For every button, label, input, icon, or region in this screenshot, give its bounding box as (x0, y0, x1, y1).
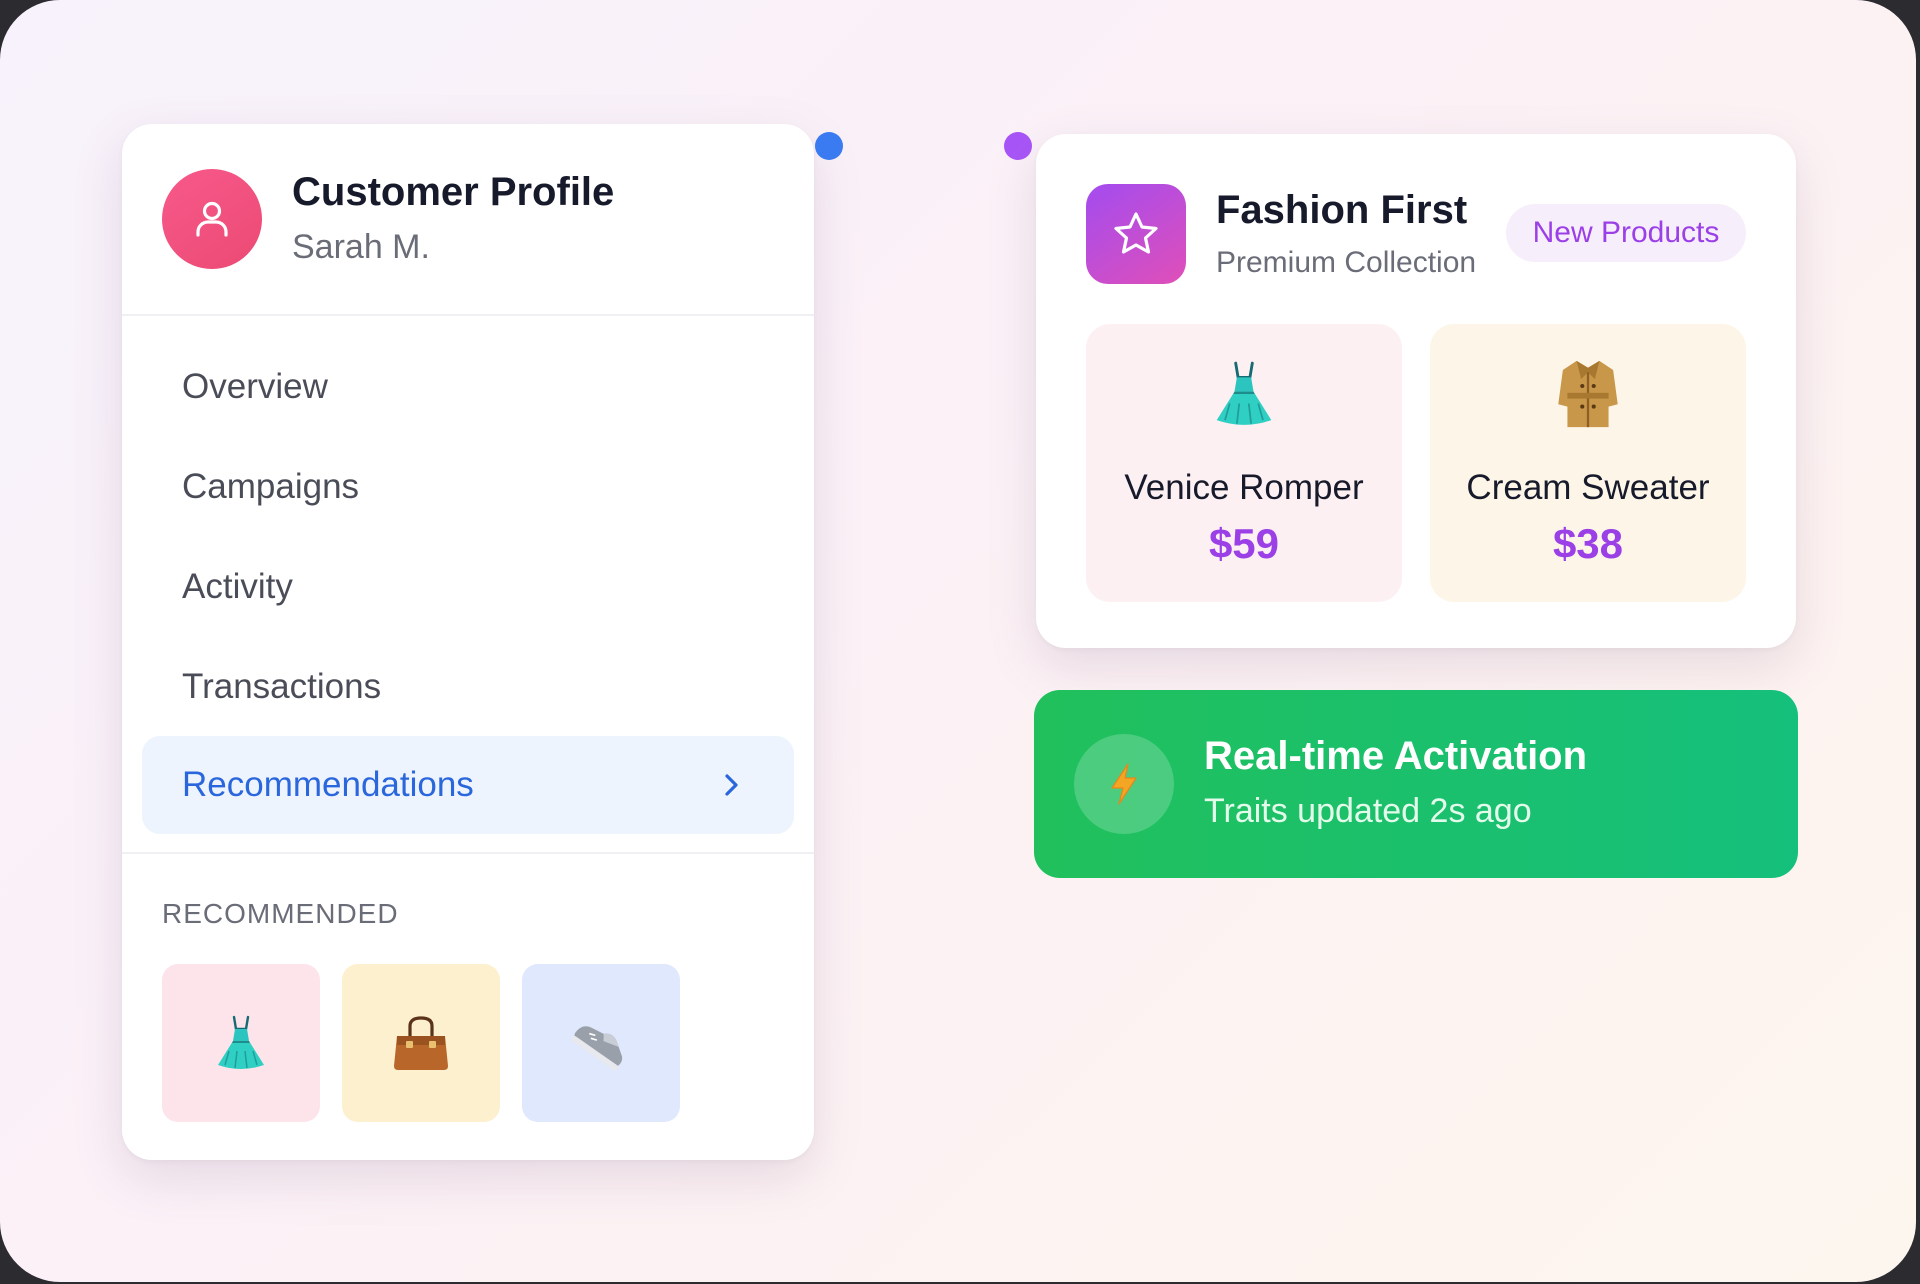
nav-item-label: Overview (182, 367, 328, 406)
handbag-icon (394, 1016, 448, 1070)
activation-title: Real-time Activation (1204, 734, 1588, 778)
recommended-item-handbag[interactable] (342, 964, 500, 1122)
chevron-right-icon (714, 768, 748, 811)
divider (122, 852, 814, 854)
nav-item-label: Recommendations (182, 765, 474, 804)
trench-coat-icon (1558, 360, 1618, 428)
brand-subtitle: Premium Collection (1216, 246, 1477, 279)
realtime-activation-banner: Real-time Activation Traits updated 2s a… (1034, 690, 1798, 878)
nav-item-activity[interactable]: Activity (142, 538, 794, 636)
product-name: Venice Romper (1124, 468, 1364, 507)
dress-icon (218, 1015, 264, 1069)
customer-name: Sarah M. (292, 228, 430, 266)
nav-item-label: Campaigns (182, 467, 360, 506)
fashion-first-card: Fashion First Premium Collection New Pro… (1036, 134, 1796, 648)
new-products-badge[interactable]: New Products (1506, 204, 1746, 262)
product-name: Cream Sweater (1466, 468, 1710, 507)
profile-title: Customer Profile (292, 170, 615, 214)
product-card-cream-sweater[interactable]: Cream Sweater $38 (1430, 324, 1746, 602)
canvas: Customer Profile Sarah M. Overview Campa… (0, 0, 1916, 1282)
nav-item-label: Activity (182, 567, 293, 606)
product-price: $38 (1552, 520, 1624, 567)
nav-item-overview[interactable]: Overview (142, 338, 794, 436)
product-price: $59 (1208, 520, 1280, 567)
recommended-item-dress[interactable] (162, 964, 320, 1122)
lightning-icon (1074, 734, 1174, 834)
recommended-item-sneaker[interactable] (522, 964, 680, 1122)
connector-end-dot (1004, 132, 1032, 160)
star-icon (1086, 184, 1186, 284)
brand-name: Fashion First (1216, 188, 1468, 232)
profile-header: Customer Profile Sarah M. (122, 124, 814, 316)
connector-start-dot (815, 132, 843, 160)
customer-profile-card: Customer Profile Sarah M. Overview Campa… (122, 124, 814, 1160)
recommended-label: RECOMMENDED (162, 898, 399, 929)
activation-subtitle: Traits updated 2s ago (1204, 792, 1532, 830)
user-icon (162, 169, 262, 269)
nav-item-recommendations[interactable]: Recommendations (142, 736, 794, 834)
dress-icon (1216, 361, 1272, 425)
nav-item-campaigns[interactable]: Campaigns (142, 438, 794, 536)
nav-item-label: Transactions (182, 667, 382, 706)
sneaker-icon (571, 1026, 623, 1071)
product-card-venice-romper[interactable]: Venice Romper $59 (1086, 324, 1402, 602)
connector-line (815, 132, 1032, 160)
nav-item-transactions[interactable]: Transactions (142, 638, 794, 736)
